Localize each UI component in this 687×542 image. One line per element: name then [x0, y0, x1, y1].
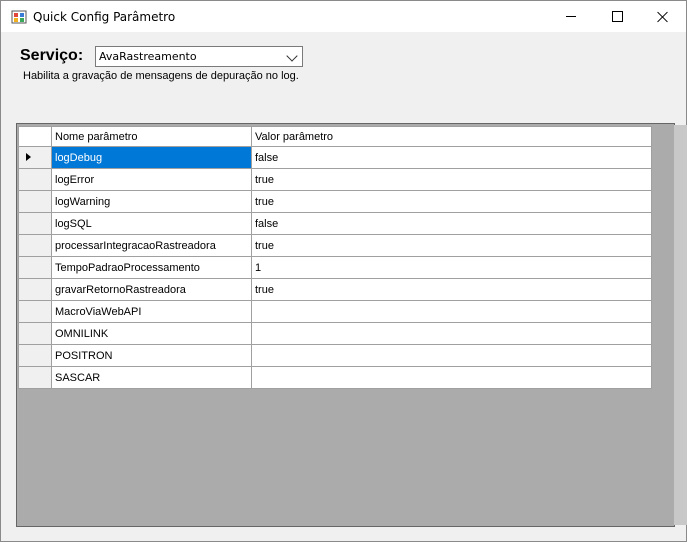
param-name-cell[interactable]: gravarRetornoRastreadora — [51, 278, 252, 301]
maximize-icon — [611, 11, 623, 22]
param-value-cell[interactable]: false — [251, 212, 652, 235]
quick-config-window: Quick Config Parâmetro Serviço: AvaRastr… — [0, 0, 687, 542]
param-value-cell[interactable]: false — [251, 146, 652, 169]
table-row[interactable]: logError true — [18, 168, 652, 191]
row-header[interactable] — [18, 344, 52, 367]
param-value-cell[interactable]: 1 — [251, 256, 652, 279]
table-row[interactable]: POSITRON — [18, 344, 652, 367]
param-value-cell[interactable]: true — [251, 234, 652, 257]
row-header[interactable] — [18, 300, 52, 323]
table-row[interactable]: SASCAR — [18, 366, 652, 389]
app-icon — [11, 10, 27, 24]
vertical-scrollbar[interactable] — [674, 125, 687, 525]
row-header[interactable] — [18, 256, 52, 279]
row-header[interactable] — [18, 366, 52, 389]
row-header[interactable] — [18, 212, 52, 235]
row-header[interactable] — [18, 278, 52, 301]
column-header-name[interactable]: Nome parâmetro — [51, 126, 252, 147]
param-name-cell[interactable]: TempoPadraoProcessamento — [51, 256, 252, 279]
param-name-cell[interactable]: processarIntegracaoRastreadora — [51, 234, 252, 257]
param-name-cell[interactable]: OMNILINK — [51, 322, 252, 345]
table-row[interactable]: OMNILINK — [18, 322, 652, 345]
header-row: Nome parâmetro Valor parâmetro — [18, 126, 652, 147]
window-title: Quick Config Parâmetro — [33, 10, 176, 24]
table-row[interactable]: TempoPadraoProcessamento 1 — [18, 256, 652, 279]
param-value-cell[interactable]: true — [251, 278, 652, 301]
row-header[interactable] — [18, 168, 52, 191]
table-row[interactable]: logWarning true — [18, 190, 652, 213]
param-name-cell[interactable]: POSITRON — [51, 344, 252, 367]
parameters-grid[interactable]: Nome parâmetro Valor parâmetro logDebug … — [16, 123, 687, 527]
maximize-button[interactable] — [594, 1, 640, 32]
parameter-description: Habilita a gravação de mensagens de depu… — [23, 70, 299, 82]
parameters-table: Nome parâmetro Valor parâmetro logDebug … — [18, 126, 652, 389]
close-icon — [657, 11, 669, 23]
service-label: Serviço: — [20, 47, 84, 64]
param-name-cell[interactable]: MacroViaWebAPI — [51, 300, 252, 323]
service-dropdown[interactable]: AvaRastreamento — [95, 46, 303, 67]
table-row[interactable]: gravarRetornoRastreadora true — [18, 278, 652, 301]
table-row[interactable]: processarIntegracaoRastreadora true — [18, 234, 652, 257]
service-selected-value: AvaRastreamento — [99, 50, 197, 63]
param-value-cell[interactable] — [251, 366, 652, 389]
param-value-cell[interactable] — [251, 322, 652, 345]
param-name-cell[interactable]: logSQL — [51, 212, 252, 235]
row-header-current[interactable] — [18, 146, 52, 169]
column-header-value[interactable]: Valor parâmetro — [251, 126, 652, 147]
chevron-down-icon — [286, 50, 298, 62]
param-value-cell[interactable] — [251, 344, 652, 367]
param-name-cell[interactable]: logDebug — [51, 146, 252, 169]
current-row-icon — [26, 152, 31, 161]
minimize-icon — [566, 16, 576, 17]
param-value-cell[interactable] — [251, 300, 652, 323]
minimize-button[interactable] — [548, 1, 594, 32]
header-corner — [18, 126, 52, 147]
table-row[interactable]: logDebug false — [18, 146, 652, 169]
table-row[interactable]: MacroViaWebAPI — [18, 300, 652, 323]
row-header[interactable] — [18, 190, 52, 213]
param-name-cell[interactable]: SASCAR — [51, 366, 252, 389]
param-name-cell[interactable]: logWarning — [51, 190, 252, 213]
row-header[interactable] — [18, 322, 52, 345]
param-value-cell[interactable]: true — [251, 168, 652, 191]
title-bar[interactable]: Quick Config Parâmetro — [1, 1, 686, 32]
param-value-cell[interactable]: true — [251, 190, 652, 213]
row-header[interactable] — [18, 234, 52, 257]
param-name-cell[interactable]: logError — [51, 168, 252, 191]
table-row[interactable]: logSQL false — [18, 212, 652, 235]
close-button[interactable] — [640, 1, 686, 32]
